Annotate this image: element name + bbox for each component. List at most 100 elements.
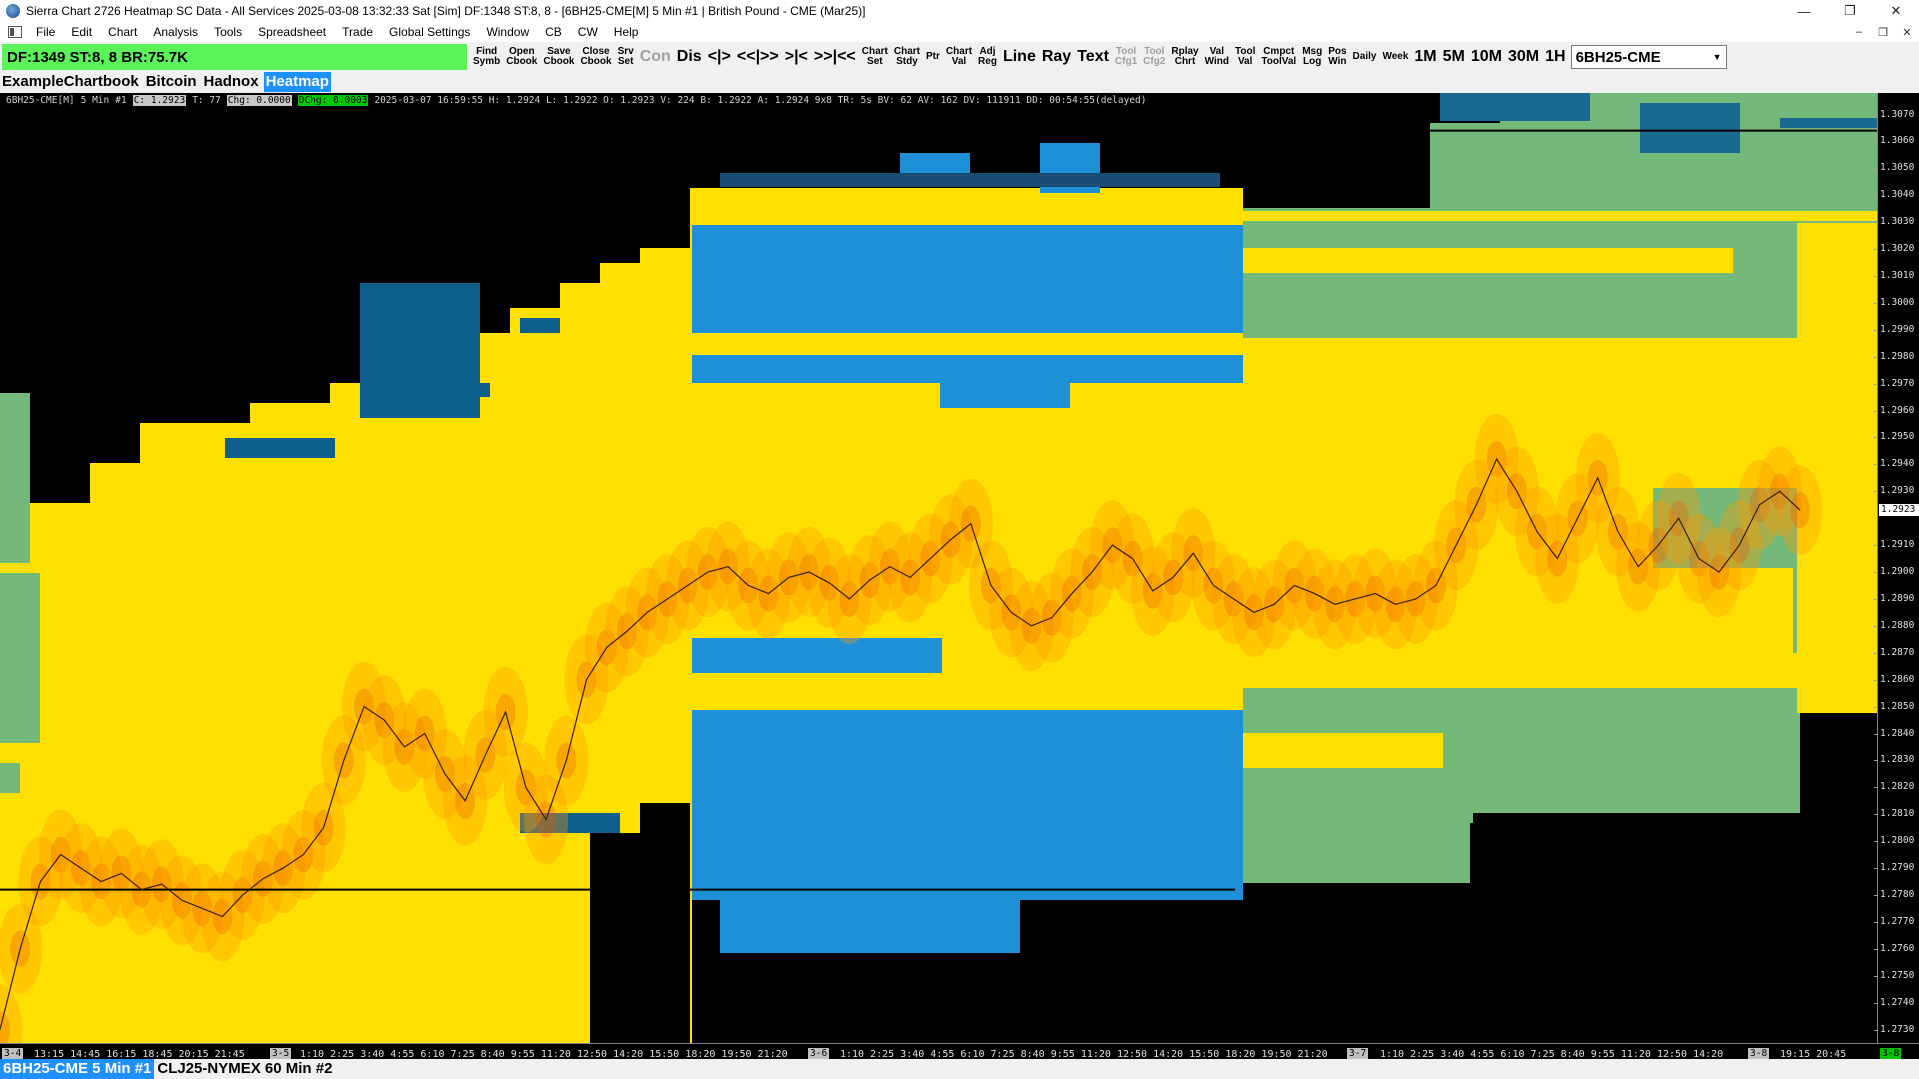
heatmap-chart[interactable] [0,93,1877,1043]
toolbar-tools-button-0[interactable]: Tool Cfg1 [1112,43,1140,71]
price-axis-tick [1874,222,1878,224]
window-menu-icon[interactable] [8,26,22,38]
toolbar-tools-button-3[interactable]: Val Wind [1202,43,1232,71]
toolbar-chart-button-3[interactable]: Chart Val [943,43,975,71]
price-axis-tick [1874,410,1878,412]
price-axis-label: 1.2880 [1880,619,1915,631]
price-axis-tick [1874,168,1878,170]
toolbar-chart-button-line1: Ptr [926,51,940,62]
maximize-button[interactable]: ❐ [1827,0,1873,22]
heatmap-blue-zone [520,318,560,333]
menu-tools[interactable]: Tools [206,25,250,39]
chartbook-tab-bitcoin[interactable]: Bitcoin [144,72,199,92]
header-close: C: 1.2923 [132,95,187,106]
toolbar-file-button-1[interactable]: Open Cbook [503,43,540,71]
toolbar-interval-button-2[interactable]: 10M [1468,43,1505,71]
toolbar-file-button-3[interactable]: Close Cbook [577,43,614,71]
toolbar-connect-button-1[interactable]: Dis [674,43,705,71]
toolbar-tools-button-5[interactable]: Cmpct ToolVal [1258,43,1299,71]
chart-header: 6BH25-CME[M] 5 Min #1 C: 1.2923 T: 77 Ch… [6,95,1153,106]
toolbar-connect-button-3[interactable]: <<|>> [734,43,782,71]
toolbar-interval-button-4[interactable]: 1H [1542,43,1568,71]
toolbar-connect-button-5[interactable]: >>|<< [811,43,859,71]
toolbar-tools-button-line2: Chrt [1174,56,1196,67]
chart-tab-1[interactable]: CLJ25-NYMEX 60 Min #2 [154,1059,335,1079]
chartbook-tab-heatmap[interactable]: Heatmap [263,72,331,92]
heatmap-blue-zone [400,383,490,397]
price-axis-tick [1874,760,1878,762]
toolbar-tools-button-7[interactable]: Pos Win [1325,43,1349,71]
price-axis-label: 1.2960 [1880,404,1915,416]
chart-tabs: 6BH25-CME 5 Min #1 CLJ25-NYMEX 60 Min #2 [0,1059,1919,1079]
toolbar-tools-button-2[interactable]: Rplay Chrt [1168,43,1201,71]
menu-global-settings[interactable]: Global Settings [381,25,478,39]
header-num: #1 [115,95,127,106]
menu-analysis[interactable]: Analysis [145,25,206,39]
toolbar-interval-button-3[interactable]: 30M [1505,43,1542,71]
mdi-restore-button[interactable]: ❐ [1871,26,1895,39]
toolbar-tools-button-line2: Cfg1 [1114,56,1138,67]
chart-tab-0[interactable]: 6BH25-CME 5 Min #1 [0,1059,155,1079]
minimize-button[interactable]: — [1781,0,1827,22]
price-axis-label: 1.2840 [1880,727,1915,739]
chartbook-tab-hadnox[interactable]: Hadnox [202,72,261,92]
menu-help[interactable]: Help [606,25,647,39]
toolbar-chart-button-0[interactable]: Chart Set [859,43,891,71]
symbol-select[interactable]: 6BH25-CME ▼ [1570,45,1727,69]
heatmap-blue-zone [1640,103,1740,153]
mdi-controls: – ❐ ✕ [1847,26,1919,39]
menu-file[interactable]: File [28,25,63,39]
toolbar-tools-button-6[interactable]: Msg Log [1299,43,1325,71]
chartbook-tab-examplechartbook[interactable]: ExampleChartbook [0,72,141,92]
toolbar-connect-button-0[interactable]: Con [637,43,674,71]
toolbar-tools-button-4[interactable]: Tool Val [1232,43,1258,71]
toolbar-file-button-2[interactable]: Save Cbook [540,43,577,71]
price-axis-tick [1874,787,1878,789]
menu-edit[interactable]: Edit [63,25,100,39]
toolbar-chart-button-2[interactable]: Ptr [923,43,943,71]
toolbar-interval-button-1[interactable]: 5M [1440,43,1468,71]
chart-area[interactable]: 6BH25-CME[M] 5 Min #1 C: 1.2923 T: 77 Ch… [0,93,1919,1064]
toolbar-chart-button-1[interactable]: Chart Stdy [891,43,923,71]
toolbar-chart-button-line2: Stdy [896,56,918,67]
price-axis-tick [1874,302,1878,304]
menu-cb[interactable]: CB [537,25,570,39]
status-box: DF:1349 ST:8, 8 BR:75.7K [2,44,467,70]
toolbar-interval-button-0[interactable]: 1M [1411,43,1439,71]
toolbar-tools-button-9[interactable]: Week [1379,43,1411,71]
toolbar-connect-button-4[interactable]: >|< [782,43,811,71]
toolbar-tools-button-1[interactable]: Tool Cfg2 [1140,43,1168,71]
toolbar-draw-button-0[interactable]: Line [1000,43,1039,71]
toolbar-tools-button-line2: ToolVal [1261,56,1297,67]
heatmap-blue-zone [692,225,1243,333]
toolbar-chart-button-4[interactable]: Adj Reg [975,43,1000,71]
price-axis-tick [1874,276,1878,277]
toolbar-file-button-line2: Cbook [543,56,575,67]
toolbar-file-button-0[interactable]: Find Symb [470,43,503,71]
price-axis-label: 1.2760 [1880,942,1915,954]
toolbar-connect-button-2[interactable]: <|> [705,43,734,71]
price-axis-tick [1874,733,1878,735]
toolbar-file-button-4[interactable]: Srv Set [615,43,637,71]
mdi-close-button[interactable]: ✕ [1895,26,1919,39]
menu-spreadsheet[interactable]: Spreadsheet [250,25,334,39]
menu-cw[interactable]: CW [570,25,606,39]
heatmap-empty-zone [1243,883,1877,1043]
price-axis-label: 1.2900 [1880,566,1915,578]
price-axis-tick [1874,249,1878,251]
mdi-minimize-button[interactable]: – [1847,26,1871,39]
toolbar-draw-button-2[interactable]: Text [1074,43,1112,71]
toolbar-chart-button-line2: Set [867,56,883,67]
menu-bar: File Edit Chart Analysis Tools Spreadshe… [0,22,1919,42]
toolbar-draw-button-1[interactable]: Ray [1039,43,1074,71]
menu-trade[interactable]: Trade [334,25,381,39]
heatmap-yellow-zone [90,463,140,1043]
menu-chart[interactable]: Chart [100,25,145,39]
menu-window[interactable]: Window [478,25,537,39]
toolbar-tools-button-8[interactable]: Daily [1350,43,1380,71]
heatmap-empty-zone [640,803,690,843]
price-axis-tick [1874,598,1878,600]
close-button[interactable]: ✕ [1873,0,1919,22]
price-axis[interactable]: 1.3070 1.3060 1.3050 1.3040 1.3030 1.3020 1.30… [1874,93,1919,1043]
toolbar: DF:1349 ST:8, 8 BR:75.7K Find Symb Open Cbo… [0,42,1919,72]
